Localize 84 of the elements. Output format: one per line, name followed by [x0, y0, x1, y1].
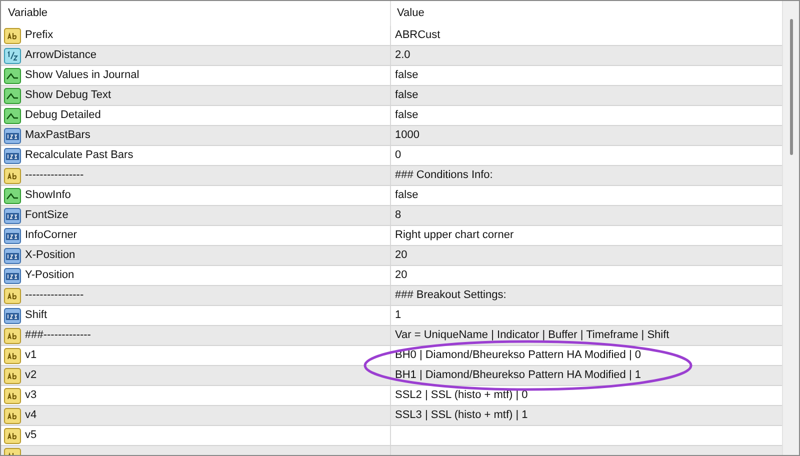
variable-name: v1 — [25, 348, 37, 364]
table-row[interactable]: Y-Position 20 — [1, 266, 782, 286]
variable-value: false — [395, 108, 418, 124]
variable-value: false — [395, 68, 418, 84]
text-type-icon — [4, 168, 21, 184]
toggle-type-icon — [4, 108, 21, 124]
table-row[interactable]: ---------------- ### Breakout Settings: — [1, 286, 782, 306]
text-type-icon — [4, 368, 21, 384]
variable-value: 1000 — [395, 128, 420, 144]
variable-value: ABRCust — [395, 28, 440, 44]
variable-name: Prefix — [25, 28, 54, 44]
toggle-type-icon — [4, 68, 21, 84]
table-row[interactable]: X-Position 20 — [1, 246, 782, 266]
text-type-icon — [4, 288, 21, 304]
variable-value: 20 — [395, 248, 408, 264]
number-type-icon — [4, 248, 21, 264]
variable-name: v2 — [25, 368, 37, 384]
text-type-icon — [4, 428, 21, 444]
variable-name: Show Debug Text — [25, 88, 112, 104]
text-type-icon — [4, 28, 21, 44]
number-type-icon — [4, 268, 21, 284]
text-type-icon — [4, 388, 21, 404]
table-row[interactable]: MaxPastBars 1000 — [1, 126, 782, 146]
table-row[interactable]: ###------------- Var = UniqueName | Indicator | Buffer | Timeframe | Shift — [1, 326, 782, 346]
table-row[interactable]: ---------------- ### Conditions Info: — [1, 166, 782, 186]
variable-name: Show Values in Journal — [25, 68, 140, 84]
variable-value: 8 — [395, 208, 402, 224]
variable-name: v4 — [25, 408, 37, 424]
number-type-icon — [4, 208, 21, 224]
toggle-type-icon — [4, 88, 21, 104]
scrollbar[interactable] — [782, 1, 799, 455]
table-row[interactable]: v4 SSL3 | SSL (histo + mtf) | 1 — [1, 406, 782, 426]
variable-value: 1 — [395, 308, 402, 324]
variable-value: false — [395, 188, 418, 204]
table-row[interactable]: v2 BH1 | Diamond/Bheurekso Pattern HA Modified | 1 — [1, 366, 782, 386]
table-row[interactable]: v3 SSL2 | SSL (histo + mtf) | 0 — [1, 386, 782, 406]
variable-value: false — [395, 88, 418, 104]
variable-value: 2.0 — [395, 48, 410, 64]
text-type-icon — [4, 328, 21, 344]
toggle-type-icon — [4, 188, 21, 204]
variable-name: Shift — [25, 308, 48, 324]
table-row[interactable]: Recalculate Past Bars 0 — [1, 146, 782, 166]
variable-value: Var = UniqueName | Indicator | Buffer | Timeframe | Shift — [395, 328, 670, 344]
table-row[interactable]: Shift 1 — [1, 306, 782, 326]
table-row[interactable]: v5 — [1, 426, 782, 446]
table-row[interactable]: ArrowDistance 2.0 — [1, 46, 782, 66]
table-row[interactable]: Debug Detailed false — [1, 106, 782, 126]
table-row[interactable]: Show Values in Journal false — [1, 66, 782, 86]
column-header[interactable]: Value — [391, 1, 782, 26]
variable-value: Right upper chart corner — [395, 228, 514, 244]
variable-value: SSL2 | SSL (histo + mtf) | 0 — [395, 388, 528, 404]
variable-value: SSL3 | SSL (histo + mtf) | 1 — [395, 408, 528, 424]
variable-name: v3 — [25, 388, 37, 404]
variable-name: ---------------- — [25, 288, 84, 304]
variable-value: 0 — [395, 148, 402, 164]
variable-value: BH1 | Diamond/Bheurekso Pattern HA Modified | 1 — [395, 368, 642, 384]
variable-value: 20 — [395, 268, 408, 284]
variable-value: ### Breakout Settings: — [395, 288, 506, 304]
variable-name: Y-Position — [25, 268, 74, 284]
number-type-icon — [4, 228, 21, 244]
table-row[interactable]: Prefix ABRCust — [1, 26, 782, 46]
table-row[interactable]: FontSize 8 — [1, 206, 782, 226]
variable-value: ### Conditions Info: — [395, 168, 493, 184]
variable-name: ShowInfo — [25, 188, 71, 204]
variable-name: ###------------- — [25, 328, 91, 344]
table-row[interactable]: ShowInfo false — [1, 186, 782, 206]
variable-name: InfoCorner — [25, 228, 77, 244]
number-type-icon — [4, 308, 21, 324]
fraction-type-icon — [4, 48, 21, 64]
text-type-icon — [4, 408, 21, 424]
variable-name: X-Position — [25, 248, 76, 264]
variable-name: v5 — [25, 428, 37, 444]
variable-name: ArrowDistance — [25, 48, 97, 64]
variable-name: Recalculate Past Bars — [25, 148, 134, 164]
variable-name: ---------------- — [25, 168, 84, 184]
scrollbar-thumb[interactable] — [790, 19, 792, 155]
variable-name: FontSize — [25, 208, 68, 224]
text-type-icon — [4, 348, 21, 364]
table-row[interactable]: InfoCorner Right upper chart corner — [1, 226, 782, 246]
table-row[interactable]: Show Debug Text false — [1, 86, 782, 106]
number-type-icon — [4, 128, 21, 144]
variable-name: MaxPastBars — [25, 128, 90, 144]
number-type-icon — [4, 148, 21, 164]
variable-name: Debug Detailed — [25, 108, 101, 124]
